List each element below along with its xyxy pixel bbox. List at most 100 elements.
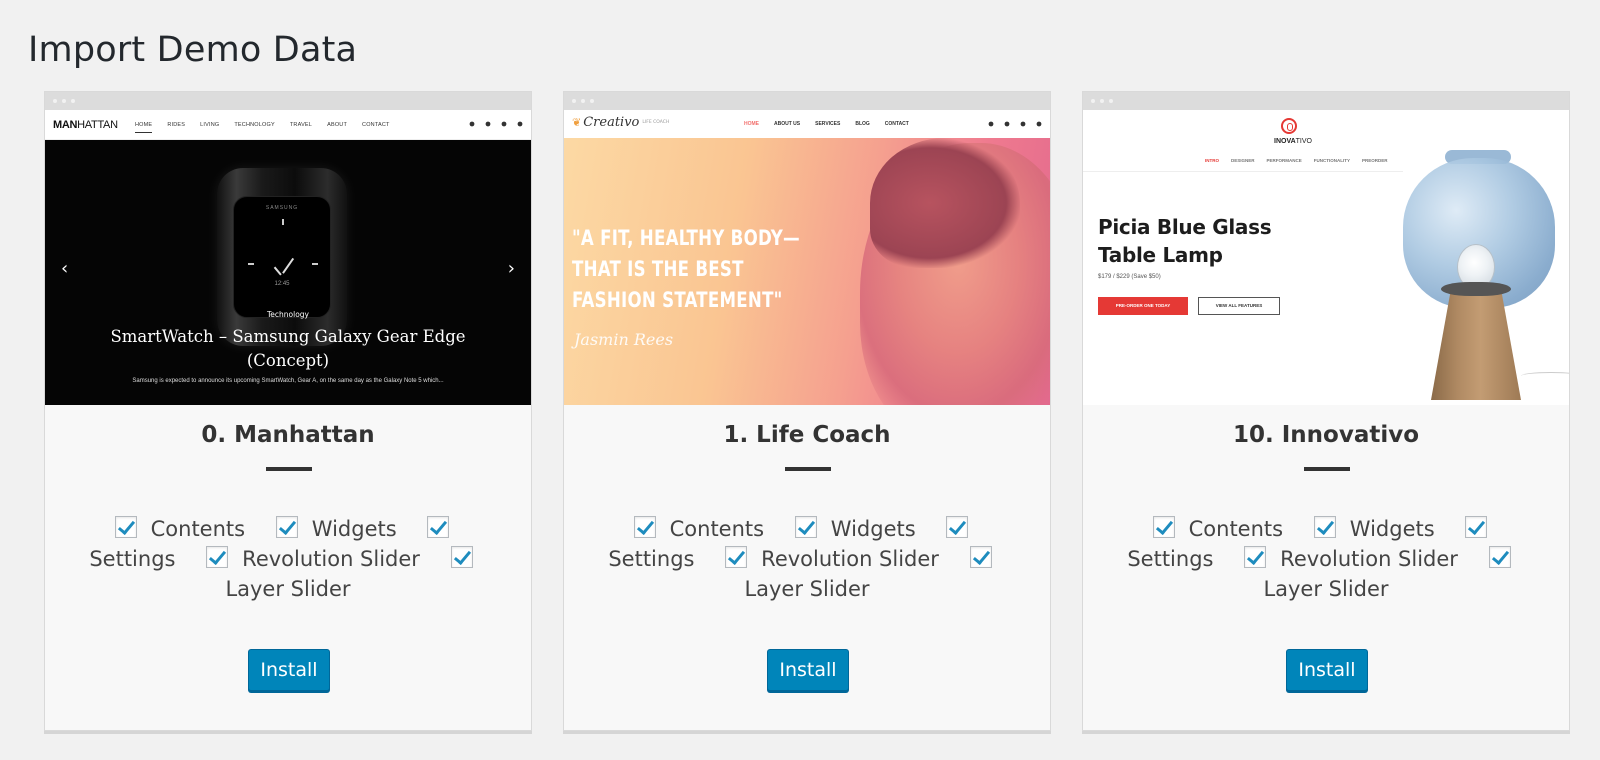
- demo-preview-image: MANHATTAN HOME RIDES LIVING TECHNOLOGY T…: [45, 110, 531, 405]
- title-divider: [1304, 467, 1350, 471]
- layer-slider-label: Layer Slider: [1263, 577, 1389, 601]
- preview-menu-item: HOME: [135, 122, 153, 133]
- preview-social-icons: [469, 121, 523, 127]
- browser-dot-icon: [62, 99, 66, 103]
- browser-dot-icon: [1109, 99, 1113, 103]
- layer-slider-label: Layer Slider: [225, 577, 351, 601]
- preview-menu-item: DESIGNER: [1231, 158, 1255, 163]
- woman-hair: [870, 138, 1020, 268]
- contents-checkbox[interactable]: [633, 516, 656, 538]
- browser-dot-icon: [1100, 99, 1104, 103]
- twitter-icon: [988, 121, 994, 127]
- facebook-icon: [1004, 121, 1010, 127]
- layer-slider-checkbox[interactable]: [1488, 546, 1511, 568]
- revolution-slider-checkbox[interactable]: [1244, 546, 1267, 568]
- preview-menu: HOME ABOUT US SERVICES BLOG CONTACT: [744, 121, 909, 127]
- preorder-button: PRE-ORDER ONE TODAY: [1098, 297, 1188, 315]
- preview-menu-item: CONTACT: [362, 122, 390, 128]
- preview-menu-item: CONTACT: [884, 121, 909, 127]
- settings-label: Settings: [1127, 547, 1214, 571]
- preview-logo: INOVATIVO: [1274, 138, 1312, 145]
- chevron-right-icon: ›: [507, 258, 515, 279]
- revolution-slider-label: Revolution Slider: [1280, 547, 1458, 571]
- settings-checkbox[interactable]: [946, 516, 969, 538]
- slide-category: Technology: [266, 310, 309, 319]
- revolution-slider-checkbox[interactable]: [206, 546, 229, 568]
- preview-menu-item: ABOUT US: [774, 121, 801, 127]
- browser-dot-icon: [53, 99, 57, 103]
- slide-description: Samsung is expected to announce its upco…: [132, 378, 444, 384]
- widgets-checkbox[interactable]: [275, 516, 298, 538]
- instagram-icon: [1020, 121, 1026, 127]
- preview-nav-divider: [1083, 171, 1403, 172]
- title-divider: [785, 467, 831, 471]
- widgets-label: Widgets: [1349, 517, 1435, 541]
- lamp-socket: [1441, 282, 1511, 296]
- contents-checkbox[interactable]: [1152, 516, 1175, 538]
- browser-dot-icon: [71, 99, 75, 103]
- widgets-checkbox[interactable]: [1313, 516, 1336, 538]
- chevron-left-icon: ‹: [61, 258, 69, 279]
- install-button[interactable]: Install: [1286, 649, 1368, 691]
- settings-checkbox[interactable]: [1465, 516, 1488, 538]
- demo-preview-image: ❦ Creativo LIFE COACH HOME ABOUT US SERVIC…: [564, 110, 1050, 405]
- dribbble-icon: [517, 121, 523, 127]
- preview-logo: MANHATTAN: [53, 119, 118, 131]
- page-title: Import Demo Data: [28, 30, 358, 70]
- layer-slider-checkbox[interactable]: [969, 546, 992, 568]
- preview-navbar: ❦ Creativo LIFE COACH HOME ABOUT US SERVIC…: [564, 110, 1050, 138]
- lamp-cord: [1521, 372, 1569, 380]
- microphone-logo-icon: [1281, 118, 1297, 134]
- preview-menu: HOME RIDES LIVING TECHNOLOGY TRAVEL ABOU…: [135, 122, 390, 133]
- preview-logo: ❦ Creativo LIFE COACH: [572, 115, 670, 130]
- preview-menu-item: SERVICES: [815, 121, 841, 127]
- twitter-icon: [469, 121, 475, 127]
- contents-label: Contents: [1188, 517, 1284, 541]
- demo-name: 0. Manhattan: [201, 422, 375, 448]
- settings-checkbox[interactable]: [427, 516, 450, 538]
- import-options: Contents Widgets Settings Revolution Sli…: [564, 514, 1050, 604]
- preview-hero-slide: SAMSUNG 12:45 ‹ › Technology SmartWatch …: [45, 140, 531, 405]
- demo-card-innovativo: INOVATIVO INTRO DESIGNER PERFORMANCE FUN…: [1082, 91, 1570, 731]
- contents-label: Contents: [150, 517, 246, 541]
- install-button[interactable]: Install: [248, 649, 330, 691]
- instagram-icon: [501, 121, 507, 127]
- revolution-slider-checkbox[interactable]: [725, 546, 748, 568]
- browser-dot-icon: [581, 99, 585, 103]
- revolution-slider-label: Revolution Slider: [761, 547, 939, 571]
- settings-label: Settings: [608, 547, 695, 571]
- install-button[interactable]: Install: [767, 649, 849, 691]
- preview-social-icons: [988, 121, 1042, 127]
- preview-menu: INTRO DESIGNER PERFORMANCE FUNCTIONALITY…: [1205, 158, 1388, 163]
- browser-dot-icon: [590, 99, 594, 103]
- product-title: Picia Blue Glass Table Lamp: [1098, 215, 1272, 267]
- revolution-slider-label: Revolution Slider: [242, 547, 420, 571]
- preview-menu-item: RIDES: [167, 122, 186, 128]
- watch-brand-text: SAMSUNG: [265, 205, 299, 211]
- demo-name: 1. Life Coach: [723, 422, 891, 448]
- layer-slider-checkbox[interactable]: [450, 546, 473, 568]
- slide-title: SmartWatch – Samsung Galaxy Gear Edge (C…: [110, 327, 466, 370]
- preview-menu-item: TECHNOLOGY: [234, 122, 275, 128]
- browser-frame-bar: [564, 92, 1050, 110]
- preview-menu-item: INTRO: [1205, 158, 1219, 163]
- settings-label: Settings: [89, 547, 176, 571]
- lamp-cork-base: [1431, 290, 1521, 400]
- demo-name: 10. Innovativo: [1232, 422, 1420, 448]
- smartwatch-image: SAMSUNG 12:45: [217, 168, 347, 346]
- leaf-icon: ❦: [572, 116, 582, 129]
- widgets-checkbox[interactable]: [794, 516, 817, 538]
- widgets-label: Widgets: [830, 517, 916, 541]
- layer-slider-label: Layer Slider: [744, 577, 870, 601]
- contents-checkbox[interactable]: [114, 516, 137, 538]
- dribbble-icon: [1036, 121, 1042, 127]
- preview-menu-item: ABOUT: [327, 122, 348, 128]
- browser-dot-icon: [1091, 99, 1095, 103]
- browser-dot-icon: [572, 99, 576, 103]
- hero-signature: Jasmin Rees: [574, 330, 674, 349]
- browser-frame-bar: [1083, 92, 1569, 110]
- preview-menu-item: FUNCTIONALITY: [1313, 158, 1351, 163]
- preview-menu-item: HOME: [744, 121, 759, 127]
- preview-menu-item: TRAVEL: [289, 122, 313, 128]
- demo-preview-image: INOVATIVO INTRO DESIGNER PERFORMANCE FUN…: [1083, 110, 1569, 405]
